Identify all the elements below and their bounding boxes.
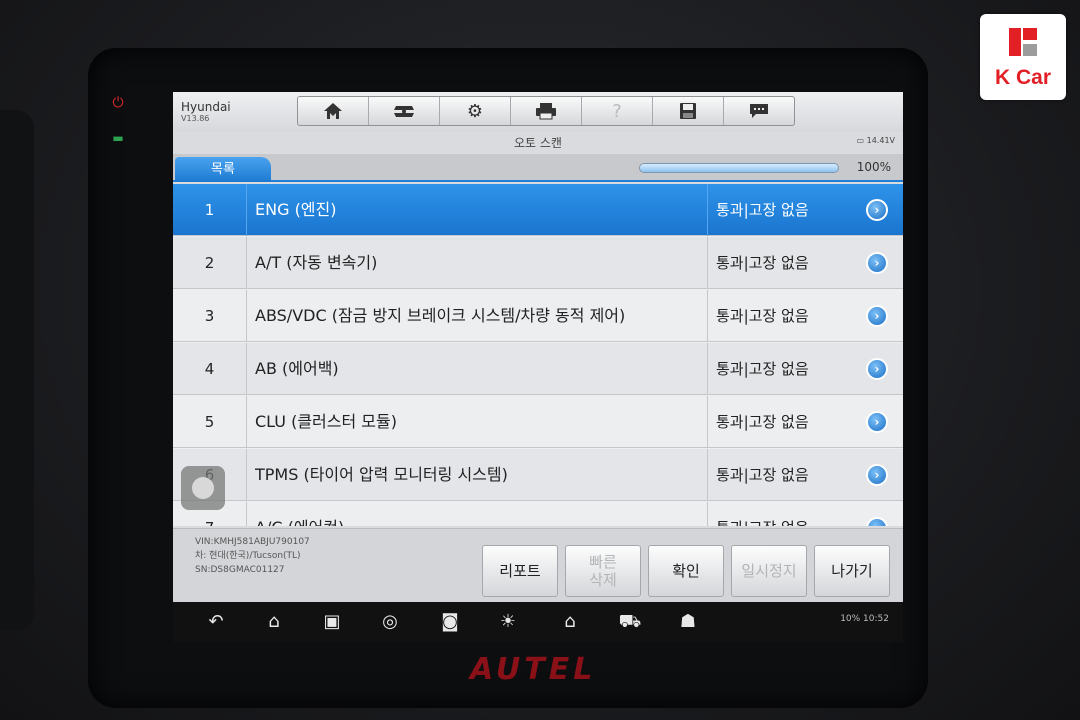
system-number: 1	[173, 184, 247, 236]
android-nav-bar: ↶ ⌂ ▣ ◎ ◙ ☀ ⌂ ⛟ ☗ 10% 10:52	[173, 602, 903, 642]
assist-dot-icon	[192, 477, 214, 499]
vehicle-swap-icon[interactable]	[369, 97, 440, 125]
nav-home-icon[interactable]: ⌂	[261, 610, 287, 634]
system-status: 통과|고장 없음	[707, 502, 853, 526]
gear-icon[interactable]: ⚙	[440, 97, 511, 125]
report-button[interactable]: 리포트	[482, 545, 558, 597]
system-status: 통과|고장 없음	[707, 449, 853, 501]
system-row[interactable]: 1 ENG (엔진) 통과|고장 없음 ›	[173, 184, 903, 236]
system-name: ABS/VDC (잠금 방지 브레이크 시스템/차량 동적 제어)	[255, 306, 626, 325]
battery-value: 14.41V	[866, 136, 895, 145]
vehicle-make: Hyundai	[181, 100, 231, 114]
scan-progress-bar	[639, 163, 839, 173]
system-status: 통과|고장 없음	[707, 184, 853, 236]
system-status: 통과|고장 없음	[707, 237, 853, 289]
help-icon: ?	[582, 97, 653, 125]
chat-icon[interactable]	[724, 97, 794, 125]
system-row[interactable]: 2 A/T (자동 변속기) 통과|고장 없음 ›	[173, 237, 903, 289]
back-icon[interactable]: ↶	[203, 610, 229, 634]
home-icon[interactable]	[298, 97, 369, 125]
system-name: CLU (클러스터 모듈)	[255, 412, 397, 431]
system-list: 1 ENG (엔진) 통과|고장 없음 › 2 A/T (자동 변속기) 통과|고장 없음 ›…	[173, 184, 903, 526]
footer: VIN:KMHJ581ABJU790107 차: 현대(한국)/Tucson(T…	[173, 528, 903, 602]
maxisys-home-icon[interactable]: ⌂	[557, 610, 583, 634]
recent-apps-icon[interactable]: ▣	[319, 610, 345, 634]
chevron-right-icon[interactable]: ›	[866, 305, 888, 327]
exit-button[interactable]: 나가기	[814, 545, 890, 597]
chevron-right-icon[interactable]: ›	[866, 464, 888, 486]
device-grip	[0, 110, 34, 630]
car-model-text: 차: 현대(한국)/Tucson(TL)	[195, 551, 301, 561]
top-bar: Hyundai V13.86 ⚙ ?	[173, 92, 903, 132]
system-status: 통과|고장 없음	[707, 396, 853, 448]
kcar-logo-icon	[1009, 28, 1037, 56]
system-row[interactable]: 7A/C (에어컨)통과|고장 없음›	[173, 502, 903, 526]
power-icon: ⏻	[112, 95, 124, 111]
scan-progress-label: 100%	[856, 160, 891, 174]
save-icon[interactable]	[653, 97, 724, 125]
software-version: V13.86	[181, 114, 210, 123]
floating-assist-button[interactable]	[181, 466, 225, 510]
printer-icon[interactable]	[511, 97, 582, 125]
scan-progress-fill	[640, 164, 838, 172]
system-status: 통과|고장 없음	[707, 343, 853, 395]
system-number: 2	[173, 237, 247, 289]
battery-icon: ▭	[856, 136, 867, 145]
tab-list[interactable]: 목록	[175, 157, 271, 182]
status-bar-info: 10% 10:52	[840, 614, 889, 624]
device-logo: AUTEL	[470, 652, 597, 687]
vehicle-info: VIN:KMHJ581ABJU790107 차: 현대(한국)/Tucson(T…	[195, 535, 310, 577]
system-name: AB (에어백)	[255, 359, 339, 378]
vehicle-brand: Hyundai V13.86	[181, 100, 231, 124]
system-number: 4	[173, 343, 247, 395]
remote-support-icon[interactable]: ☗	[675, 610, 701, 634]
quick-clear-button: 빠른 삭제	[565, 545, 641, 597]
system-row[interactable]: 3 ABS/VDC (잠금 방지 브레이크 시스템/차량 동적 제어) 통과|고장 …	[173, 290, 903, 342]
system-name: TPMS (타이어 압력 모니터링 시스템)	[255, 465, 508, 484]
pause-button: 일시정지	[731, 545, 807, 597]
chevron-right-icon[interactable]: ›	[866, 517, 888, 526]
system-name: A/C (에어컨)	[255, 502, 705, 526]
kcar-watermark: K Car	[980, 14, 1066, 100]
camera-icon[interactable]: ◙	[437, 610, 463, 634]
system-name: ENG (엔진)	[255, 200, 337, 219]
vehicle-connect-icon[interactable]: ⛟	[617, 610, 643, 634]
system-number: 3	[173, 290, 247, 342]
system-number: 5	[173, 396, 247, 448]
chevron-right-icon[interactable]: ›	[866, 411, 888, 433]
confirm-button[interactable]: 확인	[648, 545, 724, 597]
kcar-logo-text: K Car	[994, 66, 1052, 89]
tab-row: 목록 100%	[173, 154, 903, 182]
system-row[interactable]: 4 AB (에어백) 통과|고장 없음 ›	[173, 343, 903, 395]
chevron-right-icon[interactable]: ›	[866, 252, 888, 274]
chevron-right-icon[interactable]: ›	[866, 199, 888, 221]
page-title: 오토 스캔	[514, 136, 562, 150]
serial-number-text: SN:DS8GMAC01127	[195, 565, 285, 575]
vin-text: VIN:KMHJ581ABJU790107	[195, 537, 310, 547]
brightness-icon[interactable]: ☀	[495, 610, 521, 634]
device-body: ⏻ ▬ AUTEL Hyundai V13.86 ⚙ ? 오토 스캔 ▭ 14.…	[0, 0, 1080, 720]
chevron-right-icon[interactable]: ›	[866, 358, 888, 380]
system-row[interactable]: 5 CLU (클러스터 모듈) 통과|고장 없음 ›	[173, 396, 903, 448]
quick-clear-line2: 삭제	[589, 571, 617, 589]
quick-clear-line1: 빠른	[589, 553, 617, 571]
car-indicator-icon: ▬	[112, 131, 124, 145]
system-status: 통과|고장 없음	[707, 290, 853, 342]
battery-voltage: ▭ 14.41V	[857, 136, 895, 145]
scanner-screen: Hyundai V13.86 ⚙ ? 오토 스캔 ▭ 14.41V 목록 100…	[173, 92, 903, 642]
system-row[interactable]: 6TPMS (타이어 압력 모니터링 시스템)통과|고장 없음›	[173, 449, 903, 501]
browser-icon[interactable]: ◎	[377, 610, 403, 634]
system-name: A/T (자동 변속기)	[255, 253, 378, 272]
toolbar: ⚙ ?	[297, 96, 795, 126]
